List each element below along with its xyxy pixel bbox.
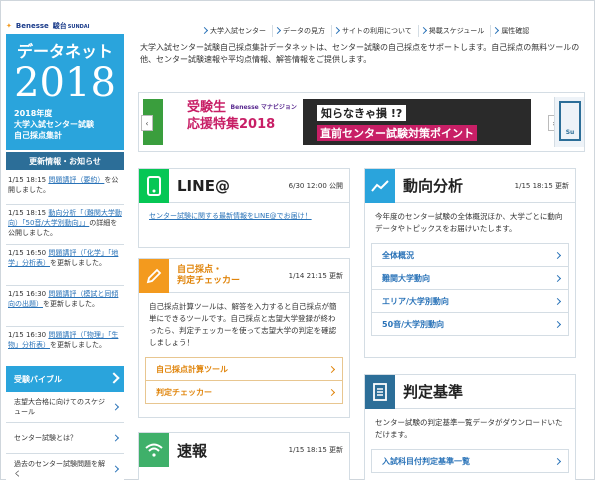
sokuho-card: 速報 1/15 18:15 更新 bbox=[138, 432, 350, 480]
bible-list: 志望大合格に向けてのスケジュール センター試験とは？ 過去のセンター試験問題を解… bbox=[6, 392, 124, 480]
chevron-right-icon bbox=[111, 465, 120, 473]
chevron-right-icon bbox=[108, 372, 120, 384]
wifi-icon bbox=[139, 433, 169, 467]
hero-subtitle: 2018年度 大学入試センター試験 自己採点集計 bbox=[14, 109, 94, 140]
self-score-links: 自己採点計算ツール 判定チェッカー bbox=[139, 357, 349, 404]
benesse-logo-text: Benesse bbox=[15, 22, 49, 30]
chevron-right-icon bbox=[553, 274, 562, 283]
judge-desc: センター試験の判定基準一覧データがダウンロードいただけます。 bbox=[375, 418, 563, 439]
hero-title: データネット bbox=[16, 42, 113, 61]
news-heading: 更新情報・お知らせ bbox=[6, 152, 124, 170]
news-item: 1/15 16:30 問題講評（「物理」「生物」分析表）を更新しました。 bbox=[6, 327, 124, 368]
top-nav: 大学入試センター データの見方 サイトの利用について 掲載スケジュール 属性確認 bbox=[200, 22, 535, 40]
brand-logos[interactable]: ✦ Benesse 駿台SUNDAI bbox=[6, 18, 124, 34]
banner-slide[interactable]: 受験生 Benesse マナビジョン 応援特集2018 知らなきゃ損 !? 直前… bbox=[179, 95, 535, 149]
news-item: 1/15 18:15 動向分析「（難関大学動向）「50音/大学別動向」」の詳細を… bbox=[6, 205, 124, 245]
line-link[interactable]: センター試験に関する最新情報をLINE@でお届け！ bbox=[149, 212, 312, 220]
self-score-header: 自己採点・ 判定チェッカー 1/14 21:15 更新 bbox=[139, 258, 349, 293]
trend-title: 動向分析 bbox=[403, 177, 464, 195]
pencil-icon bbox=[139, 258, 169, 293]
chevron-right-icon bbox=[553, 457, 562, 466]
checker-link[interactable]: 判定チェッカー bbox=[145, 380, 343, 404]
news-item: 1/15 16:30 問題講評（模試と同傾向の出題）を更新しました。 bbox=[6, 286, 124, 327]
benesse-logo: ✦ bbox=[6, 22, 12, 30]
judge-list-link[interactable]: 入試科目付判定基準一覧 bbox=[371, 449, 569, 473]
banner-pink-text: 受験生 Benesse マナビジョン 応援特集2018 bbox=[187, 100, 297, 132]
nav-attribute[interactable]: 属性確認 bbox=[491, 25, 535, 37]
chevron-right-icon bbox=[111, 403, 120, 411]
hero-year: 2018 bbox=[14, 60, 116, 106]
trend-card: 動向分析 1/15 18:15 更新 今年度のセンター試験の全体概況ほか、大学ご… bbox=[364, 168, 576, 358]
news-item: 1/15 18:15 問題講評（要約）を公開しました。 bbox=[6, 172, 124, 205]
judge-card: 判定基準 センター試験の判定基準一覧データがダウンロードいただけます。 入試科目… bbox=[364, 374, 576, 480]
sokuho-title: 速報 bbox=[177, 441, 208, 460]
nav-schedule[interactable]: 掲載スケジュール bbox=[419, 25, 492, 37]
banner-dark-panel: 知らなきゃ損 !? 直前センター試験対策ポイント bbox=[303, 99, 531, 145]
nav-data-guide[interactable]: データの見方 bbox=[273, 25, 332, 37]
trend-time: 1/15 18:15 更新 bbox=[514, 182, 569, 190]
judge-links: 入試科目付判定基準一覧 bbox=[365, 449, 575, 473]
bible-item[interactable]: 過去のセンター試験問題を解く bbox=[6, 454, 124, 480]
line-card: LINE@ 6/30 12:00 公開 センター試験に関する最新情報をLINE@… bbox=[138, 168, 350, 248]
nav-center[interactable]: 大学入試センター bbox=[200, 25, 273, 37]
self-score-title: 自己採点・ 判定チェッカー bbox=[177, 264, 241, 286]
chevron-right-icon bbox=[327, 388, 336, 397]
self-score-card: 自己採点・ 判定チェッカー 1/14 21:15 更新 自己採点計算ツールは、解… bbox=[138, 258, 350, 418]
judge-title: 判定基準 bbox=[403, 383, 464, 401]
carousel-prev-button[interactable]: ‹ bbox=[141, 115, 153, 131]
chevron-right-icon bbox=[327, 365, 336, 374]
trend-desc: 今年度のセンター試験の全体概況ほか、大学ごとに動向データやトピックスをお届けいた… bbox=[375, 212, 563, 233]
chevron-right-icon bbox=[553, 251, 562, 260]
self-score-desc: 自己採点計算ツールは、解答を入力すると自己採点が簡単にできるツールです。自己採点… bbox=[149, 302, 337, 347]
bible-heading[interactable]: 受験バイブル bbox=[6, 366, 124, 392]
datanet-hero[interactable]: データネット 2018 2018年度 大学入試センター試験 自己採点集計 bbox=[6, 34, 124, 150]
chart-line-icon bbox=[365, 168, 395, 203]
trend-header: 動向分析 1/15 18:15 更新 bbox=[365, 168, 575, 203]
line-card-header: LINE@ 6/30 12:00 公開 bbox=[139, 168, 349, 203]
news-item: 1/15 16:50 問題講評（「化学」「地学」分析表）を更新しました。 bbox=[6, 245, 124, 286]
trend-top-univ-link[interactable]: 難関大学動向 bbox=[371, 266, 569, 290]
nav-site-usage[interactable]: サイトの利用について bbox=[332, 25, 419, 37]
intro-text: 大学入試センター試験自己採点集計データネットは、センター試験の自己採点をサポート… bbox=[140, 43, 580, 64]
phone-icon bbox=[139, 168, 169, 203]
banner-carousel: ‹ 受験生 Benesse マナビジョン 応援特集2018 知らなきゃ損 !? … bbox=[138, 92, 585, 152]
bible-item[interactable]: 志望大合格に向けてのスケジュール bbox=[6, 392, 124, 423]
line-title: LINE@ bbox=[177, 176, 230, 195]
trend-50on-link[interactable]: 50音/大学別動向 bbox=[371, 312, 569, 336]
self-score-tool-link[interactable]: 自己採点計算ツール bbox=[145, 357, 343, 381]
trend-overview-link[interactable]: 全体概況 bbox=[371, 243, 569, 267]
banner-next-slide[interactable]: Su bbox=[554, 97, 584, 147]
news-list: 1/15 18:15 問題講評（要約）を公開しました。 1/15 18:15 動… bbox=[6, 172, 124, 368]
line-time: 6/30 12:00 公開 bbox=[288, 182, 343, 190]
chevron-right-icon bbox=[553, 297, 562, 306]
news-link[interactable]: 問題講評（要約） bbox=[48, 176, 104, 184]
chevron-right-icon bbox=[111, 434, 120, 442]
self-score-time: 1/14 21:15 更新 bbox=[288, 272, 343, 280]
trend-area-link[interactable]: エリア/大学別動向 bbox=[371, 289, 569, 313]
trend-links: 全体概況 難関大学動向 エリア/大学別動向 50音/大学別動向 bbox=[365, 243, 575, 336]
sokuho-time: 1/15 18:15 更新 bbox=[288, 446, 343, 454]
judge-header: 判定基準 bbox=[365, 374, 575, 409]
chevron-right-icon bbox=[553, 320, 562, 329]
sundai-logo: 駿台SUNDAI bbox=[52, 22, 90, 30]
document-icon bbox=[365, 374, 395, 409]
bible-item[interactable]: センター試験とは？ bbox=[6, 423, 124, 454]
sokuho-header: 速報 1/15 18:15 更新 bbox=[139, 433, 349, 467]
